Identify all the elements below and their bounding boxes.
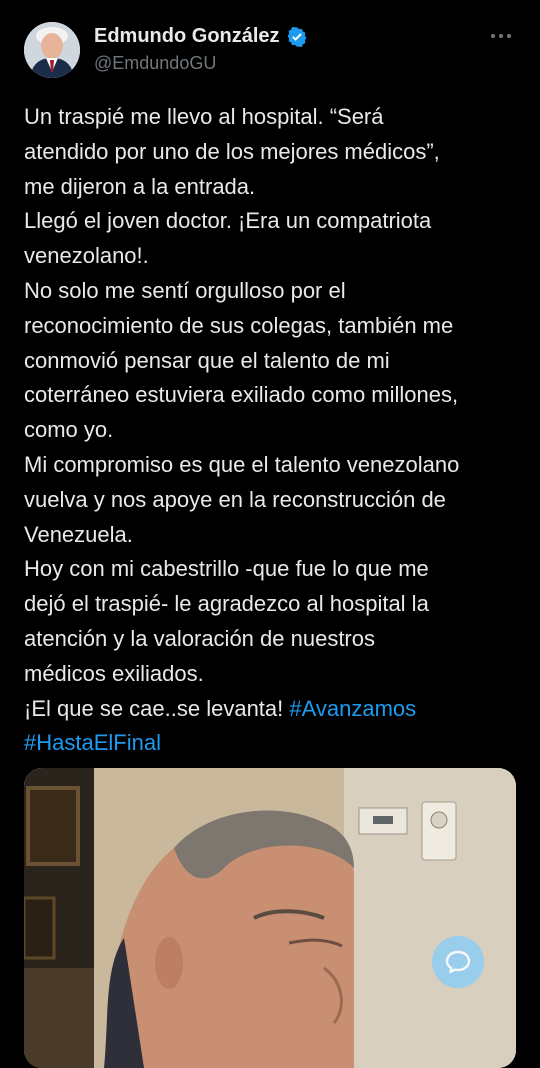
tweet-last-line: ¡El que se cae..se levanta! #Avanzamos xyxy=(24,692,524,727)
tweet-line: venezolano!. xyxy=(24,243,149,269)
tweet-hashtag-line: #HastaElFinal xyxy=(24,726,524,761)
tweet-line: ¡El que se cae..se levanta! xyxy=(24,695,290,721)
author-name[interactable]: Edmundo González xyxy=(94,25,280,48)
tweet-line: Mi compromiso es que el talento venezola… xyxy=(24,451,460,477)
tweet-line: atención y la valoración de nuestros xyxy=(24,625,375,651)
tweet-line: me dijeron a la entrada. xyxy=(24,173,256,199)
avatar[interactable] xyxy=(24,22,80,78)
tweet-line: Llegó el joven doctor. ¡Era un compatrio… xyxy=(24,208,432,234)
tweet-line: atendido por uno de los mejores médicos”… xyxy=(24,138,440,164)
tweet-line: como yo. xyxy=(24,417,114,443)
tweet-line: dejó el traspié- le agradezco al hospita… xyxy=(24,591,429,617)
photo-image xyxy=(24,768,516,1068)
hashtag-hastaelfinal[interactable]: #HastaElFinal xyxy=(24,730,161,755)
tweet-photo[interactable] xyxy=(24,768,516,1068)
more-horizontal-icon[interactable] xyxy=(486,26,516,46)
tweet-text: Un traspié me llevo al hospital. “Será a… xyxy=(24,100,524,761)
compose-reply-button[interactable] xyxy=(432,936,484,988)
author-handle[interactable]: @EmdundoGU xyxy=(94,53,216,74)
tweet-line: Un traspié me llevo al hospital. “Será xyxy=(24,104,384,129)
hashtag-avanzamos[interactable]: #Avanzamos xyxy=(289,696,416,721)
verified-badge-icon xyxy=(287,26,306,47)
tweet-line: Venezuela. xyxy=(24,521,133,547)
tweet-header: Edmundo González @EmdundoGU xyxy=(0,0,540,90)
tweet-line: médicos exiliados. xyxy=(24,660,204,686)
tweet-line: reconocimiento de sus colegas, también m… xyxy=(24,312,454,338)
author-row: Edmundo González xyxy=(94,25,308,48)
profile-photo-icon xyxy=(24,22,80,78)
tweet-line: coterráneo estuviera exiliado como millo… xyxy=(24,382,459,408)
tweet-line: Hoy con mi cabestrillo -que fue lo que m… xyxy=(24,556,429,582)
compose-reply-icon xyxy=(445,950,471,974)
tweet-line: No solo me sentí orgulloso por el xyxy=(24,277,346,303)
tweet-line: conmovió pensar que el talento de mi xyxy=(24,347,390,373)
tweet-line: vuelva y nos apoye en la reconstrucción … xyxy=(24,486,446,512)
